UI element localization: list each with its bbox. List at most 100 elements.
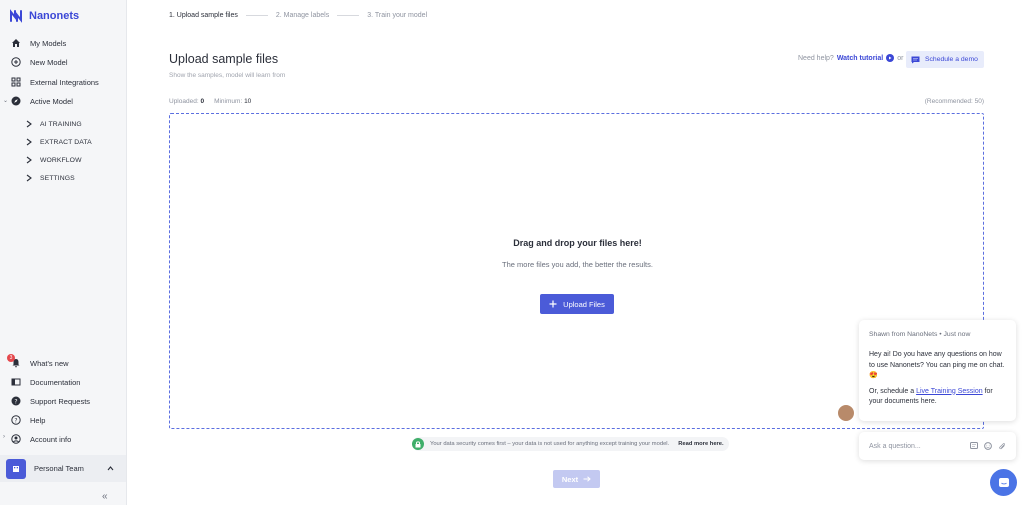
uploaded-count: Uploaded: 0 [169,98,204,105]
sidebar-item-label: Account info [30,434,72,444]
page-title: Upload sample files [169,52,279,66]
question-icon: ? [10,415,21,426]
team-avatar [6,458,26,479]
sidebar-item-documentation[interactable]: Documentation [10,375,80,389]
upload-counts: Uploaded: 0 Minimum: 10 [169,98,251,105]
agent-avatar [837,404,855,422]
plus-circle-icon [10,57,21,68]
chevron-right-icon [26,138,32,146]
sidebar-item-label: My Models [30,38,67,48]
sidebar-item-label: Active Model [30,96,73,106]
chat-message-card[interactable]: Shawn from NanoNets • Just now Hey ai! D… [859,320,1016,421]
chat-input-icons [970,442,1006,450]
gif-icon[interactable] [970,442,978,449]
chat-bubble-icon [911,56,920,63]
upload-files-button[interactable]: Upload Files [540,294,614,314]
sidebar-item-help[interactable]: ? Help [10,413,45,427]
team-switcher[interactable]: Personal Team [0,455,126,482]
sidebar-subitem-label: SETTINGS [40,174,75,182]
user-circle-icon [10,434,21,445]
sidebar-subitem-ai-training[interactable]: AI TRAINING [26,120,82,128]
security-notice: Your data security comes first – your da… [412,437,729,451]
sidebar-item-new-model[interactable]: New Model [10,55,68,69]
security-text: Your data security comes first – your da… [430,441,670,447]
brand[interactable]: Nanonets [9,9,79,23]
stepper: 1. Upload sample files 2. Manage labels … [169,12,427,19]
sidebar-subitem-workflow[interactable]: WORKFLOW [26,156,82,164]
minimum-value: 10 [244,98,252,105]
sidebar-item-label: Support Requests [30,396,91,406]
recommended-count: (Recommended: 50) [924,98,984,105]
chat-input[interactable]: Ask a question... [859,432,1016,460]
svg-text:?: ? [14,417,17,424]
next-label: Next [561,474,579,484]
minimum-count: Minimum: 10 [214,98,251,105]
chevron-up-icon [107,466,114,471]
book-icon [10,377,21,388]
sidebar-item-label: External Integrations [30,77,99,87]
sidebar-item-label: Documentation [30,377,81,387]
attachment-icon[interactable] [998,442,1006,450]
chat-message-2: Or, schedule a Live Training Session for… [869,387,1006,408]
collapse-sidebar-icon[interactable]: « [102,491,108,502]
step-divider [337,15,360,16]
sidebar-item-external-integrations[interactable]: External Integrations [10,75,99,89]
chevron-right-icon[interactable]: › [3,434,5,440]
sidebar-item-support-requests[interactable]: ? Support Requests [10,394,90,408]
chevron-down-icon[interactable]: ⌄ [3,97,8,104]
sidebar-item-label: Help [30,415,46,425]
compass-icon [10,96,21,107]
sidebar-item-whats-new[interactable]: 3 What's new [7,353,69,370]
bell-icon: 3 [7,353,21,369]
chat-sender: Shawn from NanoNets • Just now [869,331,971,338]
read-more-link[interactable]: Read more here. [678,441,723,447]
grid-icon [10,77,21,88]
schedule-demo-label: Schedule a demo [925,56,978,63]
step-train: 3. Train your model [367,12,428,19]
schedule-demo-button[interactable]: Schedule a demo [906,51,984,68]
brand-name: Nanonets [29,10,80,22]
sidebar-subitem-extract-data[interactable]: EXTRACT DATA [26,138,92,146]
emoji-icon[interactable] [984,442,992,450]
sidebar-subitem-label: EXTRACT DATA [40,138,92,146]
building-icon [13,465,19,472]
notification-badge: 3 [7,353,15,362]
plus-icon [549,300,557,308]
sidebar-subitem-settings[interactable]: SETTINGS [26,174,75,182]
uploaded-value: 0 [200,98,205,105]
sidebar-item-my-models[interactable]: My Models [10,36,66,50]
next-button[interactable]: Next [553,470,600,488]
chat-message: Hey ai! Do you have any questions on how… [869,351,1005,379]
help-prefix: Need help? [798,54,834,62]
sidebar-item-label: New Model [30,57,68,67]
play-icon[interactable] [886,54,895,62]
chat-input-placeholder: Ask a question... [869,442,921,450]
page-subtitle: Show the samples, model will learn from [169,72,286,79]
help-bubble-icon: ? [10,396,21,407]
chat-icon [998,477,1009,487]
chat-launcher-button[interactable] [990,469,1017,496]
live-training-link[interactable]: Live Training Session [916,388,983,395]
minimum-label: Minimum: [214,98,243,105]
uploaded-label: Uploaded: [169,98,199,105]
arrow-right-icon [583,476,591,482]
home-icon [10,38,21,49]
chat-message-2-prefix: Or, schedule a [869,387,917,395]
help-or: or [897,54,904,62]
watch-tutorial-link[interactable]: Watch tutorial [837,55,883,62]
sidebar-subitem-label: WORKFLOW [40,156,82,164]
step-labels: 2. Manage labels [275,12,330,19]
chevron-right-icon [26,120,32,128]
help-links: Need help? Watch tutorial or [798,54,903,62]
dropzone-subtitle: The more files you add, the better the r… [502,260,653,269]
step-divider [245,15,268,16]
upload-files-label: Upload Files [563,299,605,309]
sidebar-subitem-label: AI TRAINING [40,120,82,128]
sidebar-item-account-info[interactable]: Account info [10,432,71,446]
app-root: Nanonets My Models New Model External In… [0,0,1024,505]
sidebar-item-active-model[interactable]: Active Model [10,94,73,108]
step-upload: 1. Upload sample files [169,12,238,19]
sidebar: Nanonets My Models New Model External In… [0,0,127,505]
svg-text:?: ? [14,398,17,405]
lock-icon [412,438,424,450]
